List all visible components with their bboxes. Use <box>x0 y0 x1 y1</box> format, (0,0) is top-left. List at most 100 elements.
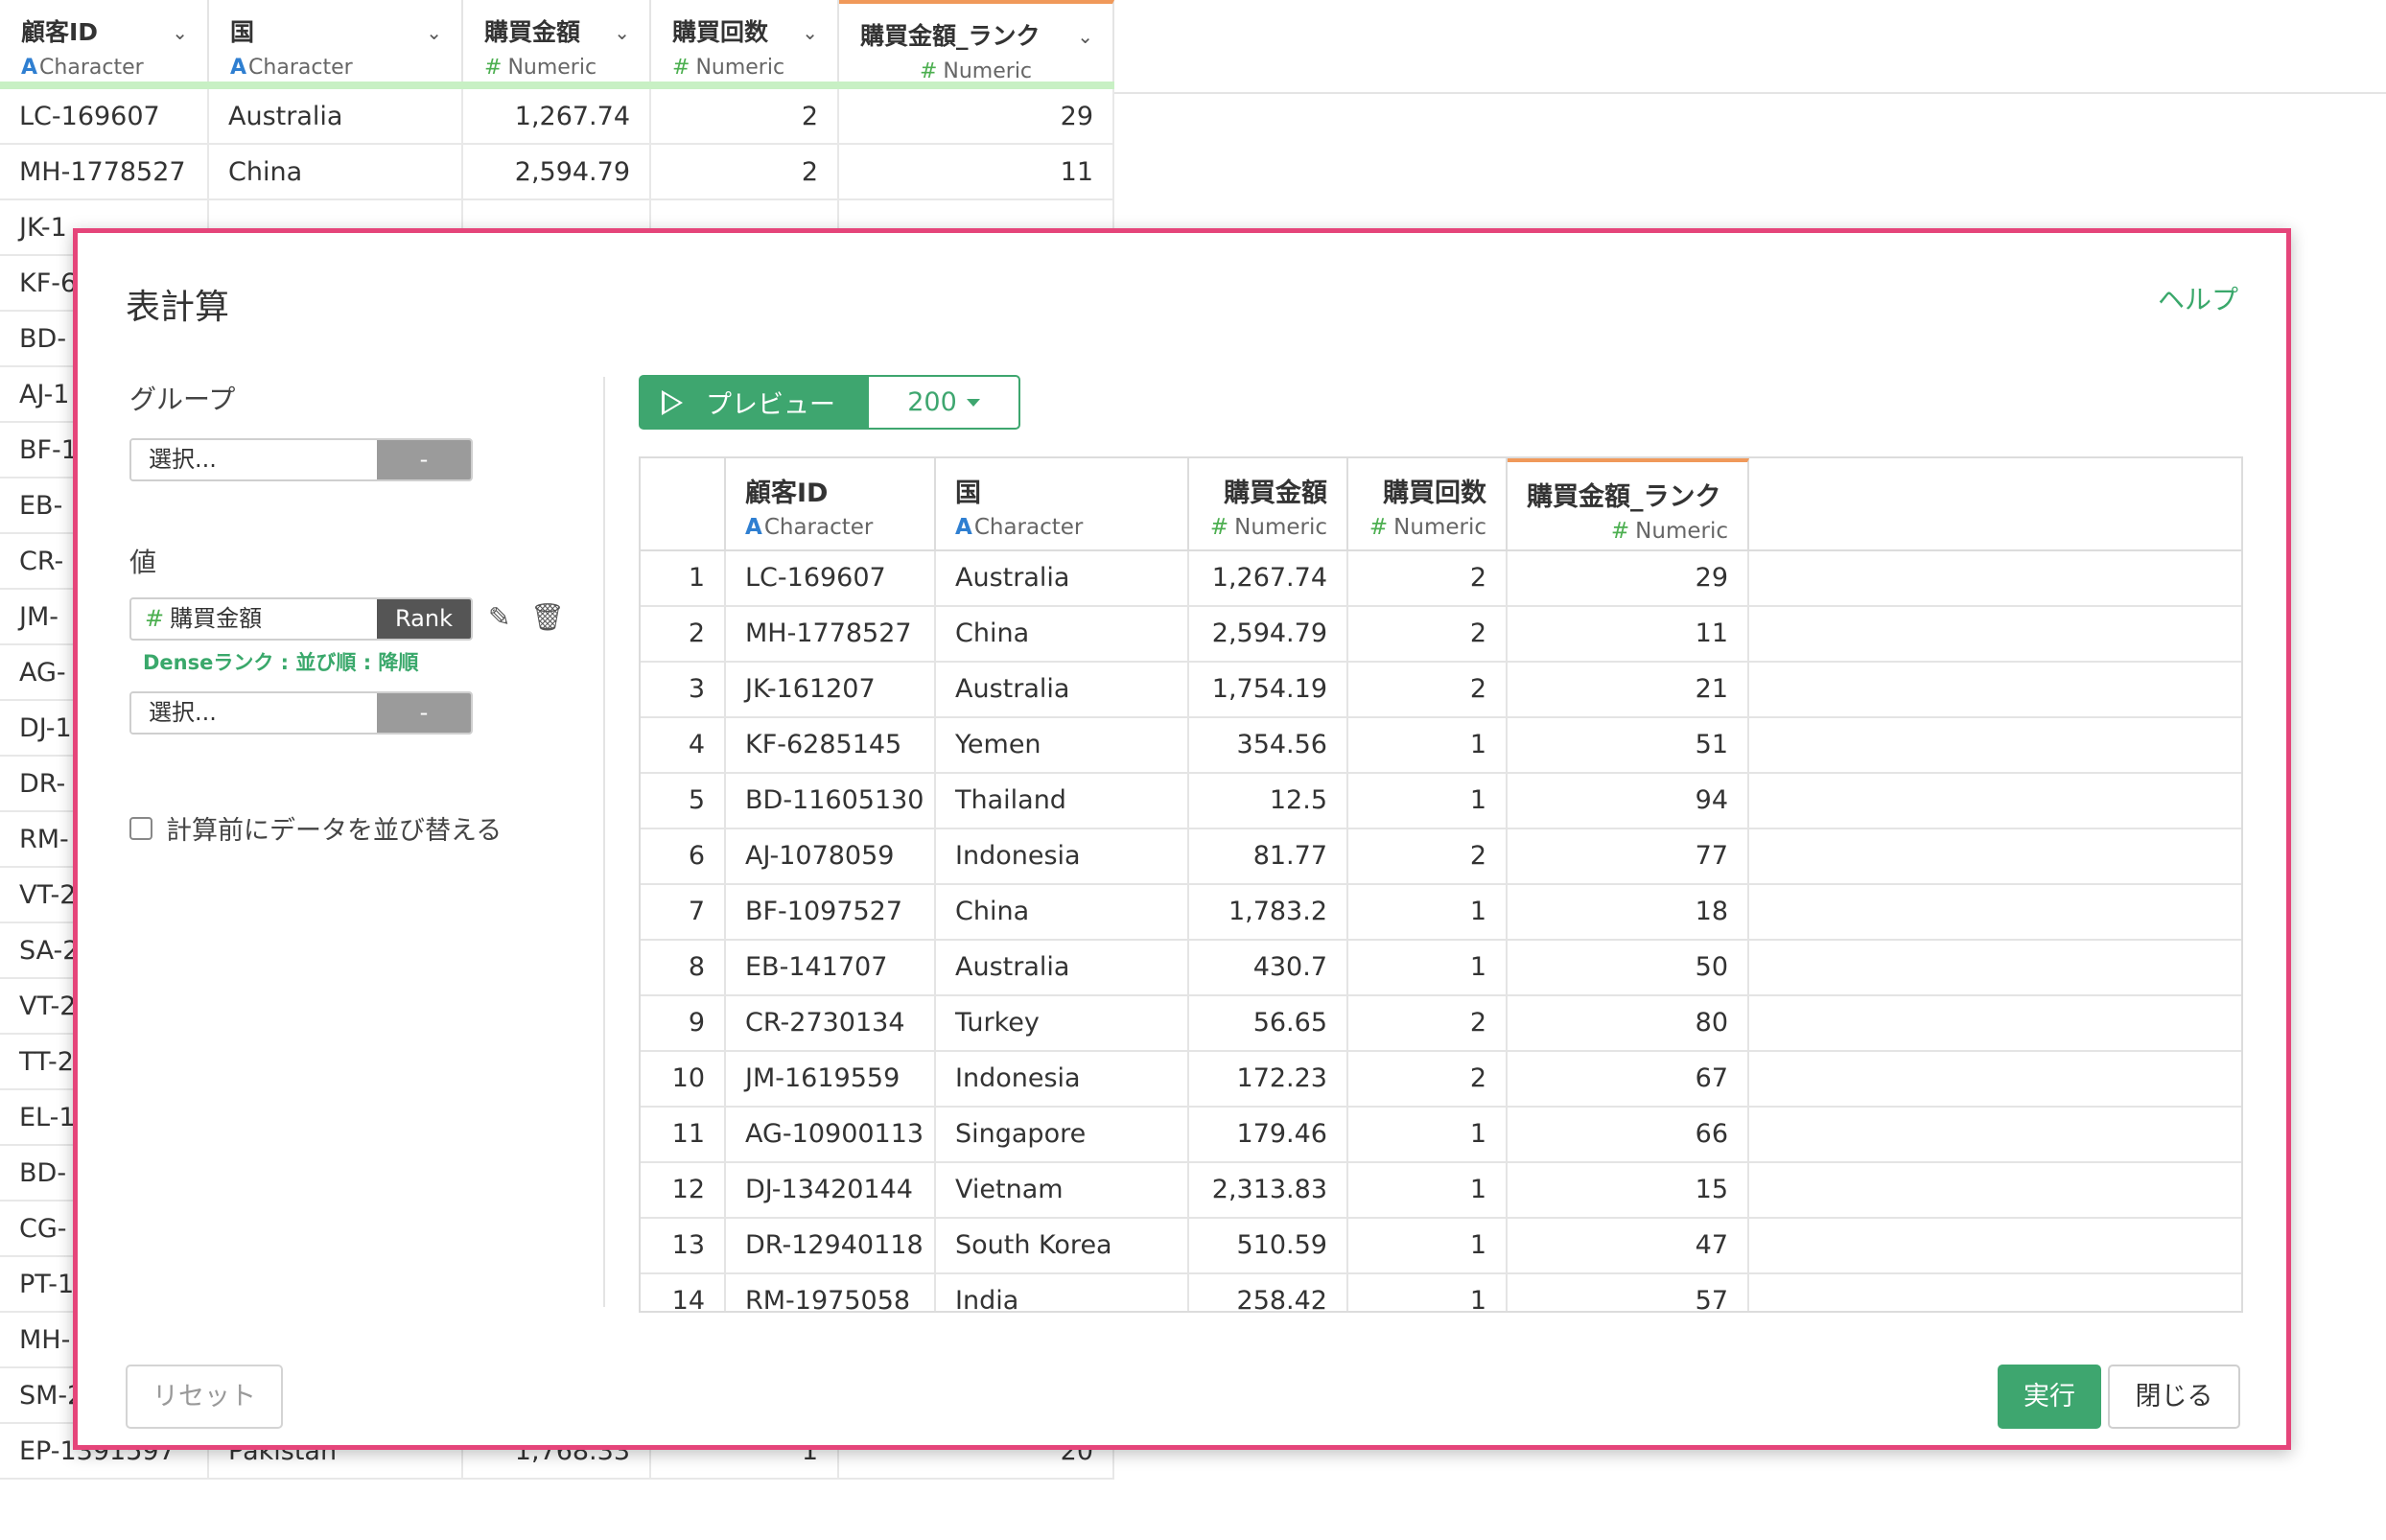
preview-cell: 354.56 <box>1189 718 1348 772</box>
column-type: Numeric <box>1234 515 1327 540</box>
column-type: Character <box>248 56 353 80</box>
preview-cell: 21 <box>1508 663 1749 716</box>
value-select-button[interactable]: - <box>377 693 471 733</box>
character-type-icon: A <box>21 56 38 80</box>
preview-cell: 2 <box>1348 607 1508 661</box>
preview-row: 1 LC-169607 Australia 1,267.74 2 29 <box>641 551 2241 607</box>
preview-row: 11 AG-10900113 Singapore 179.46 1 66 <box>641 1108 2241 1163</box>
preview-cell: 179.46 <box>1189 1108 1348 1161</box>
table-calculation-dialog: 表計算 ヘルプ グループ 選択... - 値 # 購買金額 Rank ✎ 🗑 De… <box>73 228 2291 1450</box>
chevron-down-icon[interactable]: ⌄ <box>426 21 442 44</box>
trash-icon[interactable]: 🗑 <box>530 601 565 633</box>
preview-cell: KF-6285145 <box>726 718 936 772</box>
chevron-down-icon[interactable]: ⌄ <box>172 21 188 44</box>
row-number: 2 <box>641 607 726 661</box>
column-header-purchase-amount[interactable]: 購買金額 ⌄ # Numeric <box>463 0 651 82</box>
sort-checkbox[interactable] <box>129 816 152 840</box>
column-name: 顧客ID <box>21 18 99 46</box>
preview-cell: 18 <box>1508 885 1749 939</box>
preview-cell: RM-1975058 <box>726 1274 936 1311</box>
reset-button[interactable]: リセット <box>126 1365 283 1429</box>
help-link[interactable]: ヘルプ <box>2158 279 2238 317</box>
preview-cell: JM-1619559 <box>726 1052 936 1106</box>
table-cell[interactable]: China <box>209 145 463 198</box>
table-cell[interactable]: 11 <box>839 145 1114 198</box>
group-select-button[interactable]: - <box>377 440 471 479</box>
table-cell[interactable]: 2,594.79 <box>463 145 651 198</box>
value-select[interactable]: 選択... - <box>129 691 473 735</box>
grid-top-divider <box>1114 92 2386 94</box>
row-number: 11 <box>641 1108 726 1161</box>
column-header-customer-id[interactable]: 顧客ID ⌄ ACharacter <box>0 0 209 82</box>
preview-header-customer-id: 顧客ID ACharacter <box>726 458 936 549</box>
preview-cell: 2 <box>1348 829 1508 883</box>
close-button[interactable]: 閉じる <box>2108 1365 2240 1429</box>
preview-cell: South Korea <box>936 1219 1189 1272</box>
column-name: 国 <box>955 478 981 508</box>
sort-checkbox-label: 計算前にデータを並び替える <box>166 816 503 846</box>
numeric-type-icon: # <box>1368 515 1389 540</box>
preview-table: 顧客ID ACharacter 国 ACharacter 購買金額 # Numer… <box>639 456 2243 1313</box>
preview-cell: Thailand <box>936 774 1189 828</box>
column-header-purchase-count[interactable]: 購買回数 ⌄ # Numeric <box>651 0 839 82</box>
value-select-input[interactable]: 選択... <box>131 693 377 733</box>
row-limit-dropdown[interactable]: 200 <box>867 375 1020 430</box>
chevron-down-icon[interactable]: ⌄ <box>1077 25 1093 48</box>
table-cell[interactable]: 1,267.74 <box>463 89 651 143</box>
preview-table-header: 顧客ID ACharacter 国 ACharacter 購買金額 # Numer… <box>641 458 2241 551</box>
preview-cell: 12.5 <box>1189 774 1348 828</box>
preview-button[interactable]: プレビュー <box>639 375 867 430</box>
preview-cell: 51 <box>1508 718 1749 772</box>
chevron-down-icon[interactable]: ⌄ <box>614 21 630 44</box>
row-number: 6 <box>641 829 726 883</box>
table-cell[interactable]: 2 <box>651 145 839 198</box>
value-column[interactable]: # 購買金額 <box>131 599 377 639</box>
preview-row: 9 CR-2730134 Turkey 56.65 2 80 <box>641 996 2241 1052</box>
numeric-type-icon: # <box>919 59 938 83</box>
row-limit-value: 200 <box>907 387 957 417</box>
preview-cell: 29 <box>1508 551 1749 605</box>
group-select-input[interactable]: 選択... <box>131 440 377 479</box>
preview-cell: DJ-13420144 <box>726 1163 936 1217</box>
preview-cell: Australia <box>936 551 1189 605</box>
caret-down-icon <box>966 398 980 407</box>
preview-cell: 2 <box>1348 996 1508 1050</box>
preview-cell: 2,313.83 <box>1189 1163 1348 1217</box>
play-icon <box>662 389 683 415</box>
sort-before-calc-option[interactable]: 計算前にデータを並び替える <box>129 809 502 847</box>
preview-cell: Indonesia <box>936 1052 1189 1106</box>
column-type: Numeric <box>695 56 785 80</box>
column-type: Numeric <box>507 56 597 80</box>
table-cell[interactable]: MH-1778527 <box>0 145 209 198</box>
table-row[interactable]: LC-169607 Australia 1,267.74 2 29 <box>0 89 1114 145</box>
value-label: 値 <box>129 547 157 578</box>
preview-cell: 1 <box>1348 1274 1508 1311</box>
table-row[interactable]: MH-1778527 China 2,594.79 2 11 <box>0 145 1114 200</box>
table-cell[interactable]: 29 <box>839 89 1114 143</box>
preview-cell: JK-161207 <box>726 663 936 716</box>
preview-row: 12 DJ-13420144 Vietnam 2,313.83 1 15 <box>641 1163 2241 1219</box>
preview-cell: 430.7 <box>1189 941 1348 994</box>
execute-button[interactable]: 実行 <box>1998 1365 2101 1429</box>
chevron-down-icon[interactable]: ⌄ <box>802 21 818 44</box>
preview-cell: 1 <box>1348 941 1508 994</box>
row-number: 7 <box>641 885 726 939</box>
preview-cell: 56.65 <box>1189 996 1348 1050</box>
value-function-button[interactable]: Rank <box>377 599 471 639</box>
column-header-country[interactable]: 国 ⌄ ACharacter <box>209 0 463 82</box>
edit-icon[interactable]: ✎ <box>488 601 510 633</box>
group-select[interactable]: 選択... - <box>129 438 473 481</box>
table-cell[interactable]: Australia <box>209 89 463 143</box>
preview-cell: Australia <box>936 663 1189 716</box>
table-cell[interactable]: LC-169607 <box>0 89 209 143</box>
column-header-purchase-amount-rank[interactable]: 購買金額_ランク ⌄ # Numeric <box>839 0 1114 83</box>
preview-cell: AJ-1078059 <box>726 829 936 883</box>
column-type: Character <box>39 56 144 80</box>
column-type: Numeric <box>1635 519 1728 544</box>
value-column-chip[interactable]: # 購買金額 Rank <box>129 597 473 641</box>
table-cell[interactable]: 2 <box>651 89 839 143</box>
preview-cell: 15 <box>1508 1163 1749 1217</box>
preview-row: 7 BF-1097527 China 1,783.2 1 18 <box>641 885 2241 941</box>
preview-cell: India <box>936 1274 1189 1311</box>
preview-cell: 1 <box>1348 1163 1508 1217</box>
